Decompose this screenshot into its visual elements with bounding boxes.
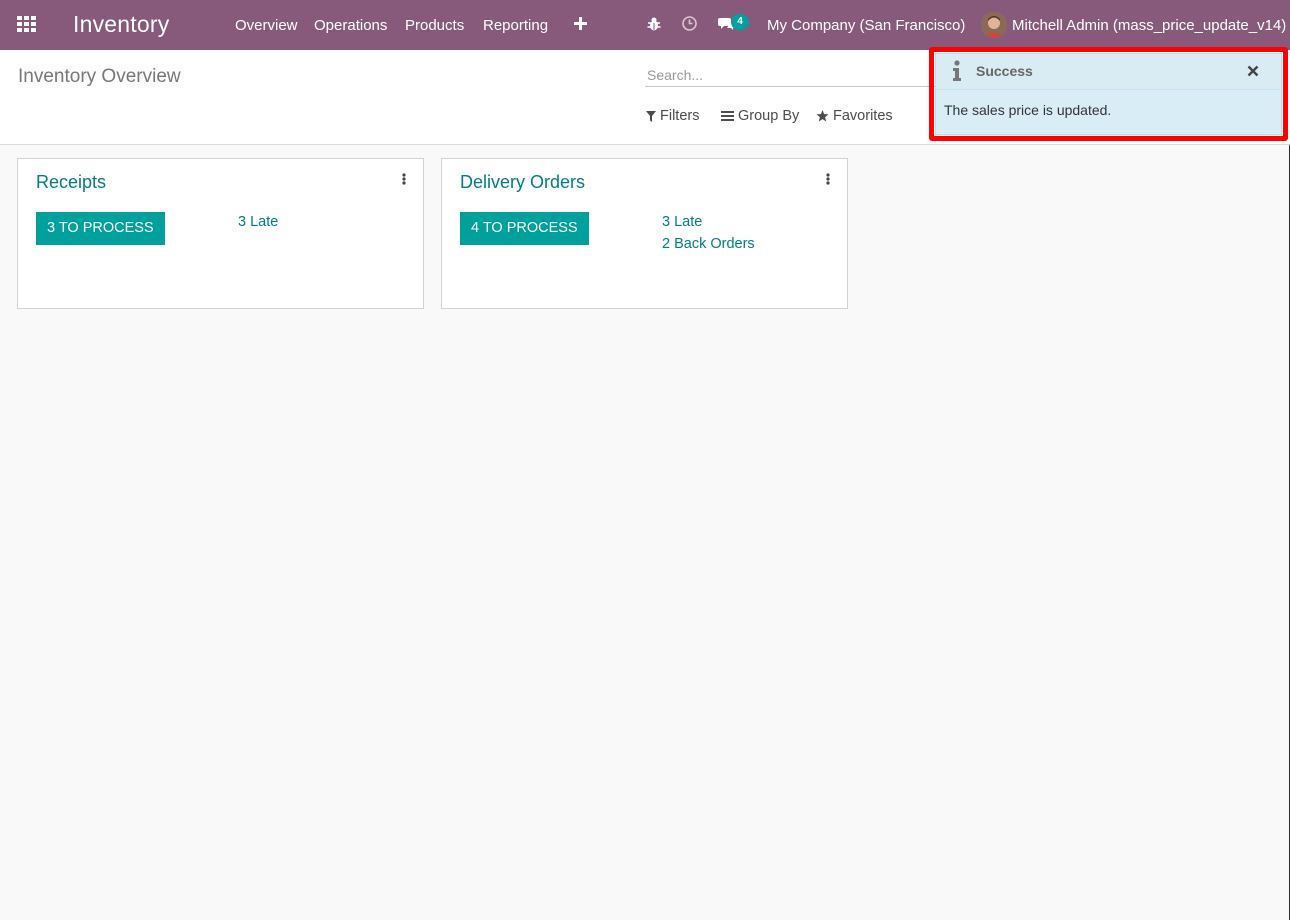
card-title-receipts[interactable]: Receipts [36, 172, 106, 193]
success-notification: Success The sales price is updated. [935, 53, 1282, 135]
app-name[interactable]: Inventory [73, 11, 169, 38]
apps-grid-icon[interactable] [17, 16, 37, 34]
kebab-menu-icon[interactable] [825, 173, 831, 187]
notification-title: Success [976, 63, 1033, 79]
user-avatar[interactable] [981, 12, 1007, 38]
filter-icon [646, 110, 656, 122]
info-icon [951, 60, 963, 82]
notification-message: The sales price is updated. [944, 102, 1112, 118]
receipts-to-process-button[interactable]: 3 To Process [36, 212, 165, 245]
menu-overview[interactable]: Overview [235, 17, 298, 34]
menu-operations[interactable]: Operations [314, 17, 387, 34]
notification-header: Success [936, 54, 1281, 90]
delivery-late-link[interactable]: 3 Late [662, 214, 702, 230]
delivery-back-orders-link[interactable]: 2 Back Orders [662, 236, 755, 252]
receipts-card: Receipts 3 To Process 3 Late [17, 158, 424, 309]
kebab-menu-icon[interactable] [401, 173, 407, 187]
company-switcher[interactable]: My Company (San Francisco) [767, 17, 965, 34]
search-input[interactable] [645, 63, 935, 87]
menu-products[interactable]: Products [405, 17, 464, 34]
menu-reporting[interactable]: Reporting [483, 17, 548, 34]
close-icon[interactable] [1247, 64, 1259, 77]
filters-label: Filters [660, 108, 700, 124]
messages-count-badge: 4 [731, 14, 749, 30]
star-icon [816, 110, 829, 122]
user-menu[interactable]: Mitchell Admin (mass_price_update_v14) [1012, 17, 1286, 34]
top-navbar: Inventory Overview Operations Products R… [0, 0, 1290, 50]
favorites-button[interactable]: Favorites [816, 108, 893, 124]
bug-icon[interactable] [647, 16, 661, 35]
delivery-orders-card: Delivery Orders 4 To Process 3 Late 2 Ba… [441, 158, 848, 309]
list-icon [721, 111, 734, 121]
favorites-label: Favorites [833, 108, 893, 124]
filters-button[interactable]: Filters [646, 108, 699, 124]
receipts-late-link[interactable]: 3 Late [238, 214, 278, 230]
card-title-delivery-orders[interactable]: Delivery Orders [460, 172, 585, 193]
delivery-to-process-button[interactable]: 4 To Process [460, 212, 589, 245]
clock-icon[interactable] [682, 16, 697, 34]
plus-icon[interactable] [574, 17, 587, 30]
group-by-label: Group By [738, 108, 800, 124]
page-title: Inventory Overview [18, 66, 181, 87]
group-by-button[interactable]: Group By [721, 108, 799, 124]
